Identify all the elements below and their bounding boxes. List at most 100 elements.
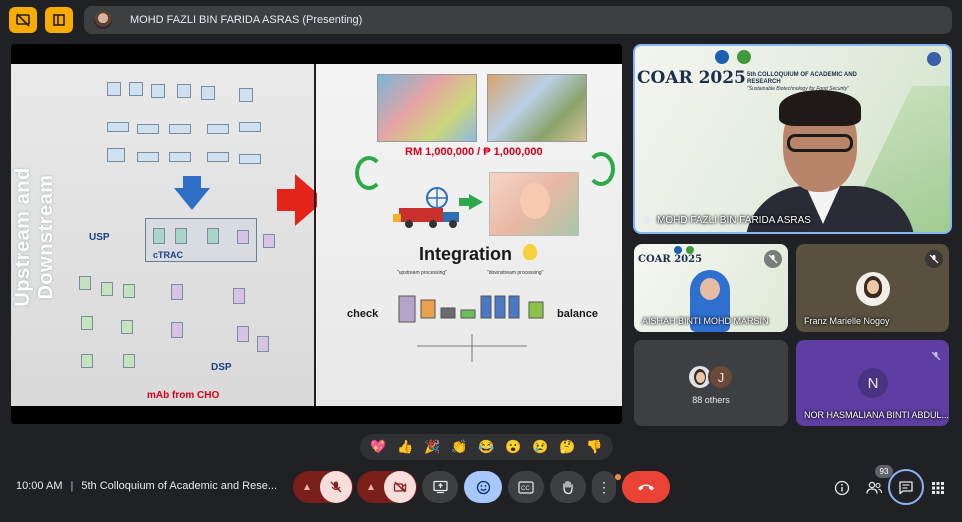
reactions-bar: 💖 👍 🎉 👏 😂 😮 😢 🤔 👎 (360, 434, 613, 460)
downstream-processing-label: "downstream processing" (487, 270, 544, 276)
emoji-reactions-button[interactable] (464, 471, 502, 503)
diagram-node (79, 276, 91, 290)
banner-subtitle: 5th COLLOQUIUM OF ACADEMIC AND RESEARCH (747, 72, 857, 85)
more-options-button[interactable]: ⋮ (592, 471, 616, 503)
participant-name: NOR HASMALIANA BINTI ABDUL... (804, 410, 949, 420)
diagram-node (233, 288, 245, 304)
cycle-arrow-icon (355, 156, 383, 190)
integration-title: Integration (419, 244, 512, 264)
university-logo (715, 50, 729, 64)
mic-off-badge (931, 348, 941, 366)
diagram-node (137, 124, 159, 134)
meeting-info-separator: | (70, 480, 74, 492)
diagram-node (107, 148, 125, 162)
ctrac-label: cTRAC (153, 250, 184, 260)
captions-button[interactable]: CC (508, 471, 544, 503)
dsp-label: DSP (211, 362, 232, 373)
camera-off-icon (393, 481, 407, 493)
mic-off-icon (768, 254, 778, 264)
banner-title: COAR 2025 (637, 68, 746, 88)
meet-window: MOHD FAZLI BIN FARIDA ASRAS (Presenting)… (0, 0, 962, 522)
stop-presenting-button[interactable] (9, 7, 37, 33)
people-button[interactable] (864, 478, 884, 498)
diagram-node (239, 122, 261, 132)
slide-left-panel: Upstream and Downstream USP cTRAC DSP mA… (11, 64, 315, 406)
diagram-node (107, 82, 121, 96)
present-screen-button[interactable] (422, 471, 458, 503)
diagram-node (153, 228, 165, 244)
integration-diagram (398, 295, 544, 362)
meeting-time: 10:00 AM (16, 480, 63, 492)
reaction-thinking[interactable]: 🤔 (555, 436, 580, 458)
participant-tile-aishah[interactable]: COAR 2025 AISHAH BINTI MOHD MARSIN (634, 244, 788, 332)
chat-button[interactable] (888, 469, 924, 505)
activities-button[interactable] (928, 478, 948, 498)
participant-name-text: MOHD FAZLI BIN FARIDA ASRAS (657, 215, 811, 226)
diagram-node (123, 284, 135, 298)
present-off-icon (16, 13, 30, 27)
layout-icon (53, 14, 65, 26)
participant-face (700, 278, 720, 300)
banknotes-image (487, 74, 587, 142)
notification-dot (615, 474, 621, 480)
banknotes-image (377, 74, 477, 142)
meeting-details-button[interactable] (832, 478, 852, 498)
usp-label: USP (89, 232, 110, 243)
apps-grid-icon (932, 482, 944, 494)
presentation-options-button[interactable] (45, 7, 73, 33)
diagram-node (207, 228, 219, 244)
participant-tile-others[interactable]: J 88 others (634, 340, 788, 426)
participant-name: AISHAH BINTI MOHD MARSIN (642, 316, 769, 326)
reaction-surprised[interactable]: 😮 (501, 436, 526, 458)
reaction-thumbs-down[interactable]: 👎 (582, 436, 607, 458)
chevron-up-icon: ▲ (302, 481, 312, 493)
participant-tile-nor[interactable]: N NOR HASMALIANA BINTI ABDUL... (796, 340, 949, 426)
diagram-node (207, 152, 229, 162)
reaction-party-popper[interactable]: 🎉 (420, 436, 445, 458)
mic-off-badge (764, 250, 782, 268)
participant-name: MOHD FAZLI BIN FARIDA ASRAS (643, 215, 811, 226)
mic-toggle-button[interactable] (320, 471, 352, 503)
raise-hand-button[interactable] (550, 471, 586, 503)
smiley-icon (476, 480, 490, 494)
diagram-node (171, 322, 183, 338)
people-icon (866, 481, 883, 494)
chevron-up-icon: ▲ (366, 481, 376, 493)
reaction-joy[interactable]: 😂 (474, 436, 499, 458)
participant-tile-franz[interactable]: Franz Marielle Nogoy (796, 244, 949, 332)
conference-logo (927, 52, 941, 66)
presenter-avatar (94, 11, 112, 29)
bottom-control-bar: 10:00 AM | 5th Colloquium of Academic and … (0, 466, 962, 510)
others-count-label: 88 others (692, 395, 730, 405)
diagram-node (263, 234, 275, 248)
diagram-node (237, 230, 249, 244)
diagram-node (81, 354, 93, 368)
meeting-title[interactable]: 5th Colloquium of Academic and Rese... (81, 480, 277, 492)
speaker-hair (779, 90, 861, 126)
participant-name: Franz Marielle Nogoy (804, 316, 890, 326)
present-screen-icon (432, 480, 448, 494)
more-vert-icon: ⋮ (597, 479, 611, 495)
diagram-node (239, 154, 261, 164)
camera-toggle-button[interactable] (384, 471, 416, 503)
diagram-node (201, 86, 215, 100)
shared-screen[interactable]: Upstream and Downstream USP cTRAC DSP mA… (11, 44, 622, 424)
balance-label: balance (557, 308, 598, 320)
presenter-banner: MOHD FAZLI BIN FARIDA ASRAS (Presenting) (84, 6, 952, 34)
info-icon (834, 480, 850, 496)
diagram-node (151, 84, 165, 98)
presentation-slide: Upstream and Downstream USP cTRAC DSP mA… (11, 64, 622, 406)
reaction-sparkling-heart[interactable]: 💖 (366, 436, 391, 458)
reaction-clapping[interactable]: 👏 (447, 436, 472, 458)
reaction-thumbs-up[interactable]: 👍 (393, 436, 418, 458)
video-settings-button[interactable]: ▲ (359, 471, 383, 503)
reaction-sad[interactable]: 😢 (528, 436, 553, 458)
diagram-node (207, 124, 229, 134)
diagram-node (107, 122, 129, 132)
diagram-node (169, 152, 191, 162)
leave-call-button[interactable] (622, 471, 670, 503)
audio-settings-button[interactable]: ▲ (295, 471, 319, 503)
meeting-info: 10:00 AM | 5th Colloquium of Academic and … (16, 480, 277, 492)
participant-tile-main[interactable]: COAR 2025 5th COLLOQUIUM OF ACADEMIC AND… (633, 44, 952, 234)
university-logo (674, 246, 682, 254)
